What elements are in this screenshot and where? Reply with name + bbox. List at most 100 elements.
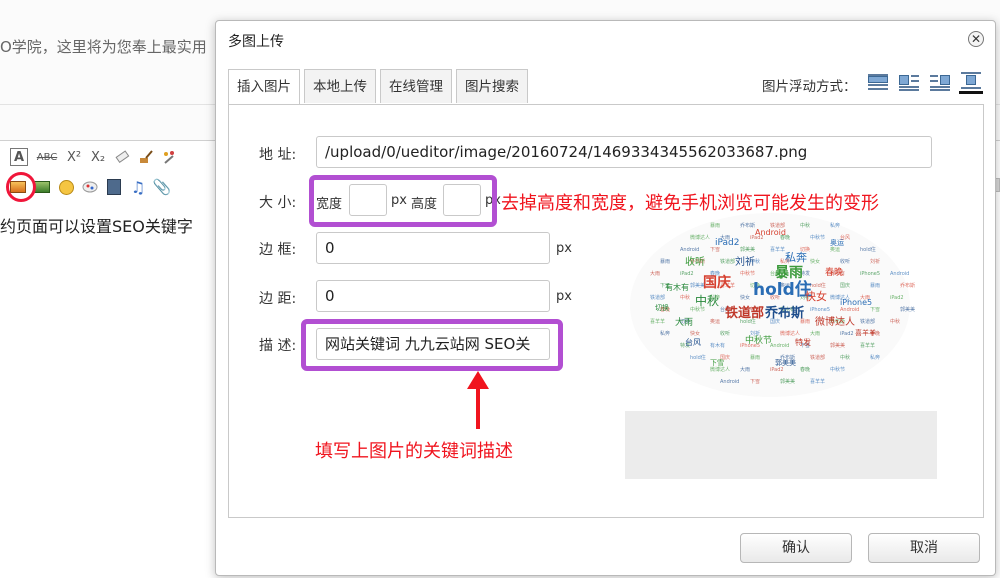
preview-word: 快女 [740,294,750,301]
preview-word: iPhone5 [840,298,872,307]
tab-insert-image[interactable]: 插入图片 [228,69,300,105]
arrow-up-icon [467,371,489,429]
preview-word: 快女 [810,258,820,265]
preview-word: 暴雨 [710,222,720,229]
margin-label: 边 距: [259,291,297,307]
preview-word: 喜羊羊 [855,328,876,337]
scrawl-icon[interactable] [78,176,102,198]
preview-word: Android [890,271,909,277]
preview-word: 微博达人 [780,330,800,337]
preview-word: 快女 [805,289,827,303]
preview-word: 铁道部 [650,294,665,301]
superscript-icon[interactable]: X² [62,146,86,168]
preview-placeholder [625,411,937,479]
preview-word: 中秋节 [740,270,755,277]
confirm-button[interactable]: 确认 [740,533,852,563]
preview-word: 有木有 [710,342,725,349]
subscript-icon[interactable]: X₂ [86,146,110,168]
preview-word: 收听 [840,258,850,265]
preview-word: 私奔 [830,222,840,229]
multi-image-upload-dialog: 多图上传 ✕ 插入图片 本地上传 在线管理 图片搜索 图片浮动方式： 地 址: … [215,20,996,576]
preview-word: 春晚 [825,266,843,278]
cancel-button[interactable]: 取消 [868,533,980,563]
preview-word: 私奔 [870,354,880,361]
description-annotation: 填写上图片的关键词描述 [315,441,513,462]
preview-word: 奥运 [830,238,844,247]
border-field[interactable]: 0 [316,232,550,264]
preview-word: iPad2 [680,271,694,277]
strikethrough-icon[interactable]: ABC [32,146,62,168]
margin-field[interactable]: 0 [316,280,550,312]
preview-word: 大雨 [740,366,750,373]
editor-toolbar-row-1: A ABC X² X₂ [6,146,182,168]
close-icon[interactable]: ✕ [968,31,984,47]
preview-word: Android [755,228,786,237]
preview-word: iPad2 [840,331,854,337]
border-unit: px [556,241,572,256]
size-highlight-box [309,175,497,227]
image-button-highlight [6,172,36,202]
preview-word: 国庆 [703,274,731,291]
preview-word: 铁道部 [860,318,875,325]
size-annotation: 去掉高度和宽度，避免手机浏览可能发生的变形 [501,193,879,214]
preview-word: 乔布斯 [900,282,915,289]
preview-word: 刘祈 [870,258,880,265]
url-field[interactable]: /upload/0/ueditor/image/20160724/1469334… [316,136,932,168]
preview-word: 奥运 [830,246,840,253]
preview-word: 暴雨 [750,354,760,361]
preview-word: 国庆 [840,282,850,289]
preview-word: 暴雨 [660,258,670,265]
preview-word: iPad2 [890,295,904,301]
image-preview: 喜羊羊郭美美下雪Android中秋节春晚iPad2大雨微博达人私奔中秋铁道部乔布… [630,213,915,397]
tab-online-manage[interactable]: 在线管理 [380,69,452,103]
preview-word: 刘祈 [735,256,755,268]
tab-image-search[interactable]: 图片搜索 [456,69,528,103]
preview-word: 有木有 [665,282,689,292]
preview-word: 下雪 [870,307,880,313]
preview-word: Android [840,307,859,313]
preview-word: 切换 [655,303,669,312]
preview-word: 喜羊羊 [810,378,825,385]
preview-word: 郭美美 [780,378,795,385]
float-none-icon[interactable] [866,71,890,91]
format-brush-icon[interactable] [134,146,158,168]
font-color-icon[interactable]: A [10,148,28,166]
attachment-icon[interactable]: 📎 [150,176,174,198]
url-label: 地 址: [259,147,297,163]
margin-unit: px [556,289,572,304]
border-label: 边 框: [259,242,297,258]
tab-local-upload[interactable]: 本地上传 [304,69,376,103]
eraser-icon[interactable] [110,146,134,168]
preview-word: 春晚 [800,366,810,373]
preview-word: iPhone5 [860,271,880,277]
preview-word: 微博达人 [815,315,855,328]
preview-word: Android [720,379,739,385]
preview-word: 收听 [720,330,730,337]
dialog-tabs: 插入图片 本地上传 在线管理 图片搜索 [228,69,532,105]
preview-word: 暴雨 [774,265,803,281]
float-center-icon[interactable] [959,71,983,94]
size-label: 大 小: [259,195,297,211]
preview-word: 大雨 [810,330,820,337]
preview-word: 中秋 [890,318,900,325]
preview-word: 私奔 [660,330,670,337]
video-icon[interactable] [102,176,126,198]
emoticon-icon[interactable] [54,176,78,198]
preview-word: 喜羊羊 [650,318,665,325]
preview-word: 奥运 [710,318,720,325]
preview-word: 特发 [795,337,811,347]
preview-word: 下雪 [750,379,760,385]
music-icon[interactable]: ♫ [126,176,150,198]
preview-word: 铁道部 [724,305,764,321]
preview-word: 乔布斯 [764,305,804,321]
float-mode-options [866,71,983,94]
float-right-icon[interactable] [928,71,952,91]
preview-word: 乔布斯 [740,222,755,229]
preview-word: 中秋 [840,354,850,361]
preview-word: 喜羊羊 [770,246,785,253]
description-label: 描 述: [259,338,297,354]
float-left-icon[interactable] [897,71,921,91]
preview-word: hold住 [860,246,876,253]
preview-word: 铁道部 [810,354,825,361]
auto-format-icon[interactable] [158,146,182,168]
